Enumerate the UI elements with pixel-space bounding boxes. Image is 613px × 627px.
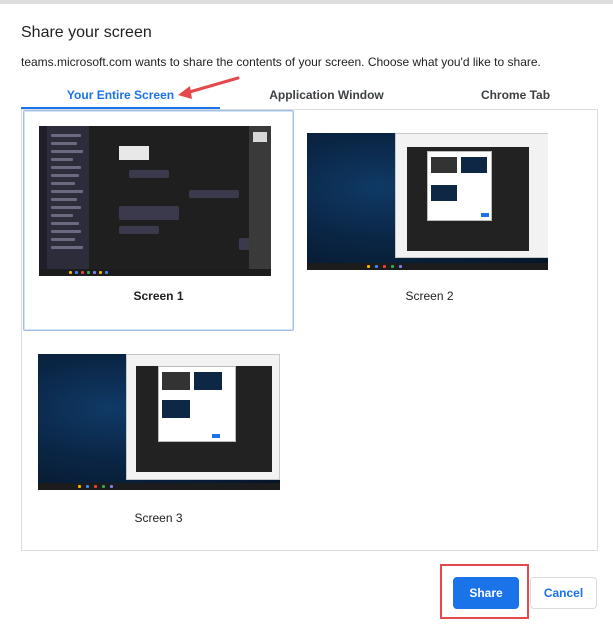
screen-3-thumbnail — [38, 354, 280, 490]
red-arrow-icon — [178, 76, 240, 99]
screen-2-thumbnail — [307, 133, 548, 270]
dialog-description: teams.microsoft.com wants to share the c… — [21, 55, 541, 69]
share-tabs: Your Entire Screen Application Window Ch… — [21, 85, 598, 109]
screen-1-thumbnail — [39, 126, 271, 276]
tab-application-window[interactable]: Application Window — [220, 85, 433, 109]
screen-3-label: Screen 3 — [134, 511, 183, 525]
screen-option-3[interactable]: Screen 3 — [23, 332, 294, 553]
cancel-button[interactable]: Cancel — [530, 577, 597, 609]
screen-1-label: Screen 1 — [133, 289, 184, 303]
screen-grid: Screen 1 Screen 2 Screen 3 — [21, 110, 598, 551]
dialog-title: Share your screen — [21, 24, 152, 41]
screen-option-1[interactable]: Screen 1 — [23, 110, 294, 331]
screen-option-2[interactable]: Screen 2 — [294, 110, 565, 331]
window-top-border — [0, 0, 613, 4]
screen-2-label: Screen 2 — [405, 289, 454, 303]
tab-chrome-tab[interactable]: Chrome Tab — [433, 85, 598, 109]
share-button[interactable]: Share — [453, 577, 519, 609]
